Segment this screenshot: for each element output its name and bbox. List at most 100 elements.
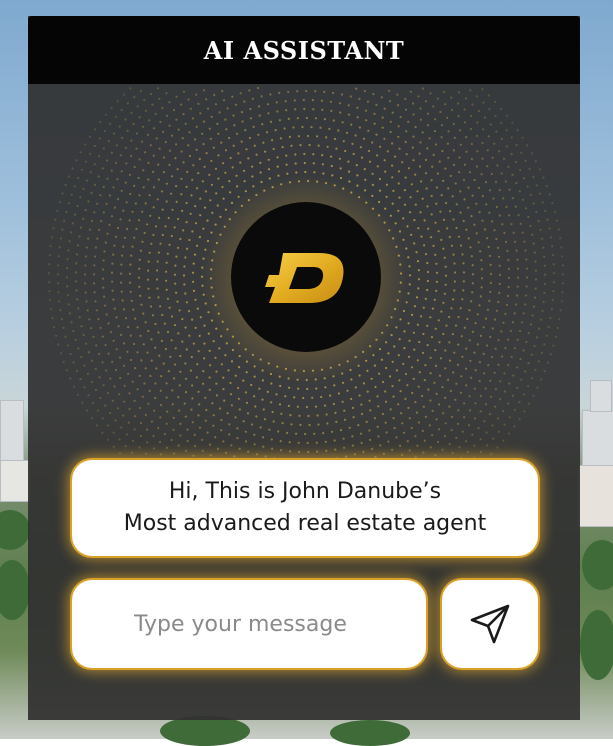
halo-dot xyxy=(150,338,153,341)
halo-dot xyxy=(359,432,363,435)
halo-dot xyxy=(421,131,424,134)
halo-dot xyxy=(495,205,498,209)
halo-dot xyxy=(417,421,420,424)
halo-dot xyxy=(150,242,153,245)
halo-dot xyxy=(193,253,197,256)
halo-dot xyxy=(120,189,123,192)
halo-dot xyxy=(301,125,304,129)
halo-dot xyxy=(413,348,416,351)
halo-dot xyxy=(159,389,162,392)
halo-dot xyxy=(185,348,188,351)
halo-dot xyxy=(480,286,483,289)
halo-dot xyxy=(58,201,61,204)
halo-dot xyxy=(399,444,402,447)
halo-dot xyxy=(444,349,447,352)
halo-dot xyxy=(85,246,88,249)
halo-dot xyxy=(102,259,105,262)
halo-dot xyxy=(499,380,502,383)
halo-dot xyxy=(414,435,417,438)
halo-dot xyxy=(189,107,192,110)
halo-dot xyxy=(87,237,90,240)
message-input[interactable] xyxy=(132,610,406,638)
halo-dot xyxy=(192,280,195,283)
halo-dot xyxy=(489,379,492,382)
halo-dot xyxy=(524,207,527,210)
halo-dot xyxy=(195,376,198,379)
halo-dot xyxy=(481,141,484,145)
halo-dot xyxy=(164,141,167,144)
halo-dot xyxy=(497,300,500,303)
halo-dot xyxy=(468,339,471,342)
halo-dot xyxy=(461,253,464,256)
halo-dot xyxy=(505,205,508,208)
send-button[interactable] xyxy=(442,580,538,668)
halo-dot xyxy=(303,152,306,156)
halo-dot xyxy=(423,244,426,247)
halo-dot xyxy=(101,431,104,434)
halo-dot xyxy=(451,333,454,336)
halo-dot xyxy=(475,202,478,205)
halo-dot xyxy=(435,418,438,421)
halo-dot xyxy=(293,396,296,399)
halo-dot xyxy=(286,431,289,434)
halo-dot xyxy=(120,108,123,112)
halo-dot xyxy=(182,229,185,232)
halo-dot xyxy=(561,282,565,285)
halo-dot xyxy=(97,175,100,178)
halo-dot xyxy=(417,269,420,272)
halo-dot xyxy=(388,100,392,103)
halo-dot xyxy=(406,440,409,443)
halo-dot xyxy=(187,98,190,101)
halo-dot xyxy=(555,219,559,222)
halo-dot xyxy=(524,303,527,306)
halo-dot xyxy=(325,449,328,452)
halo-dot xyxy=(262,445,265,448)
halo-dot xyxy=(103,250,106,253)
halo-dot xyxy=(403,347,406,350)
halo-dot xyxy=(497,430,501,433)
halo-dot xyxy=(88,318,91,321)
halo-dot xyxy=(426,324,429,327)
message-input-container[interactable] xyxy=(72,580,426,668)
halo-dot xyxy=(133,165,136,169)
halo-dot xyxy=(94,367,97,371)
halo-dot xyxy=(243,180,246,183)
halo-dot xyxy=(424,253,428,256)
halo-dot xyxy=(93,282,96,285)
halo-dot xyxy=(125,433,129,436)
halo-dot xyxy=(452,218,455,221)
halo-dot xyxy=(202,143,205,146)
halo-dot xyxy=(130,299,133,302)
halo-dot xyxy=(290,144,293,147)
halo-dot xyxy=(185,221,188,224)
danube-d-glyph xyxy=(265,253,344,303)
halo-dot xyxy=(451,195,454,198)
halo-dot xyxy=(420,235,423,238)
halo-dot xyxy=(175,118,178,121)
halo-dot xyxy=(274,129,277,132)
halo-dot xyxy=(330,164,333,168)
halo-dot xyxy=(435,271,439,274)
halo-dot xyxy=(155,278,159,281)
halo-dot xyxy=(159,120,162,123)
halo-dot xyxy=(481,195,484,198)
halo-dot xyxy=(471,194,474,197)
halo-dot xyxy=(180,150,183,153)
halo-dot xyxy=(152,434,155,437)
halo-dot xyxy=(332,91,335,95)
halo-dot xyxy=(152,233,155,237)
halo-dot xyxy=(440,238,443,241)
halo-dot xyxy=(238,408,241,411)
halo-dot xyxy=(167,370,170,373)
halo-dot xyxy=(532,175,535,179)
halo-dot xyxy=(188,154,191,158)
halo-dot xyxy=(510,355,513,358)
halo-dot xyxy=(339,429,343,432)
halo-dot xyxy=(88,228,91,231)
halo-dot xyxy=(425,187,428,190)
halo-dot xyxy=(129,192,132,196)
halo-dot xyxy=(455,203,458,206)
halo-dot xyxy=(401,422,404,425)
halo-dot xyxy=(430,336,434,339)
halo-dot xyxy=(124,181,127,184)
